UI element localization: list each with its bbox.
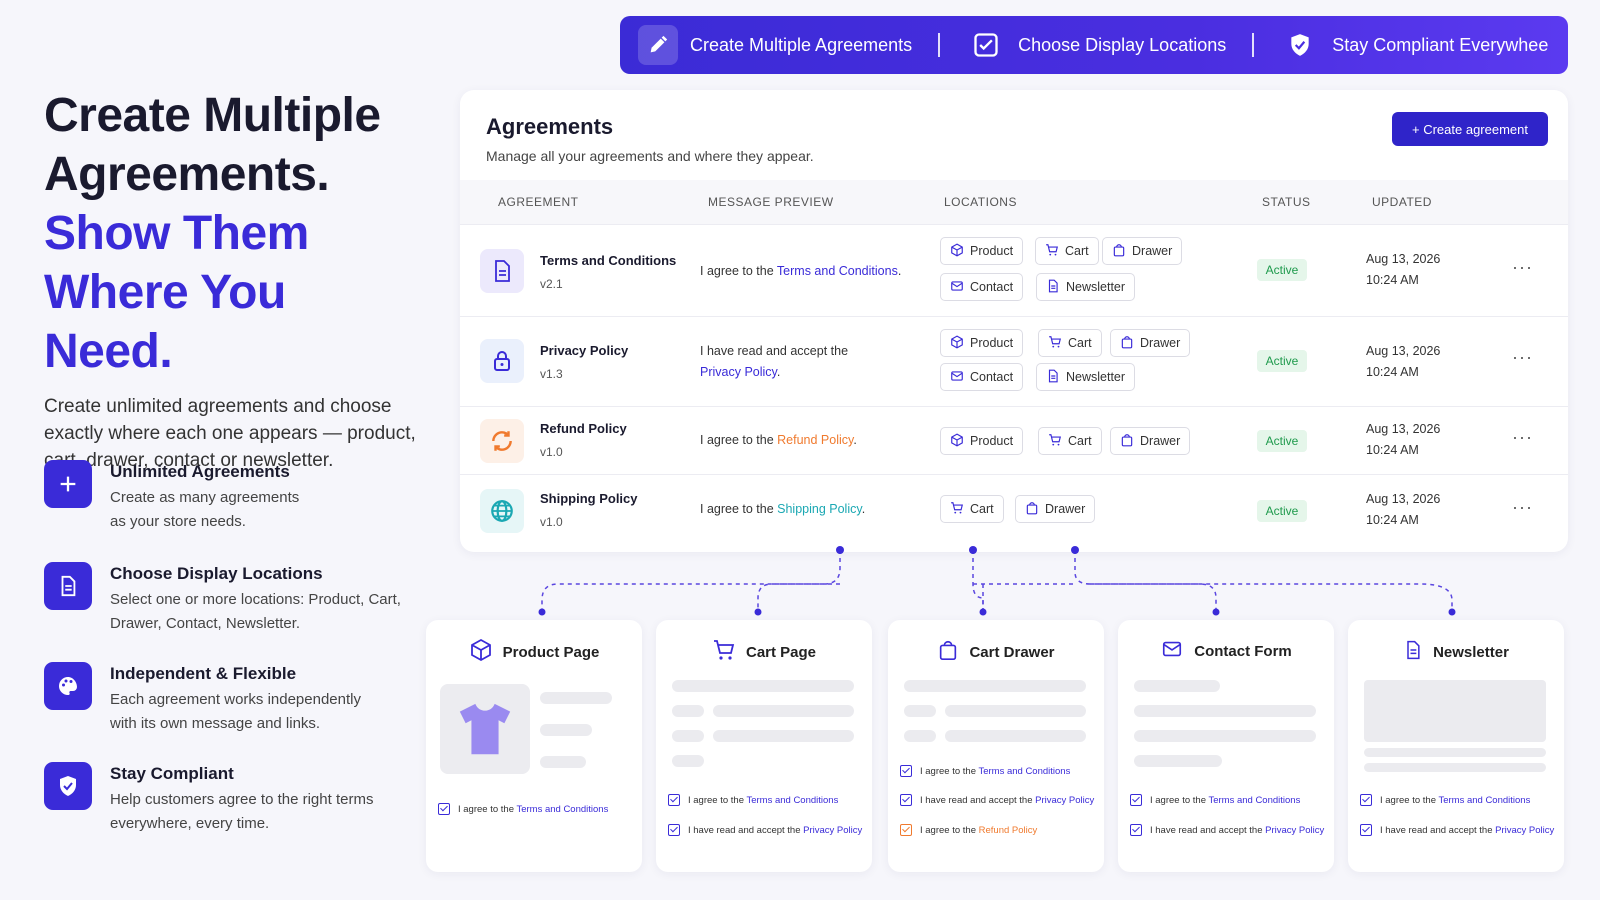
- placeholder-line: [904, 680, 1086, 692]
- bag-icon: [937, 638, 959, 666]
- checkbox-checked[interactable]: [438, 803, 450, 815]
- checkbox-checked[interactable]: [900, 824, 912, 836]
- consent-checkbox[interactable]: I have read and accept the Privacy Polic…: [1360, 824, 1554, 836]
- location-card-title: Cart Page: [656, 638, 872, 666]
- checkbox-checked[interactable]: [1360, 824, 1372, 836]
- location-card-title: Product Page: [426, 638, 642, 666]
- box-icon: [469, 638, 493, 666]
- placeholder-line: [540, 692, 612, 704]
- location-card-title: Contact Form: [1118, 638, 1334, 664]
- consent-checkbox[interactable]: I agree to the Terms and Conditions: [1130, 794, 1300, 806]
- consent-checkbox[interactable]: I agree to the Terms and Conditions: [1360, 794, 1530, 806]
- location-card-title: Cart Drawer: [888, 638, 1104, 666]
- checkbox-checked[interactable]: [1130, 794, 1142, 806]
- placeholder-line: [1134, 755, 1222, 767]
- placeholder-line: [1134, 730, 1316, 742]
- tshirt-icon: [459, 703, 511, 755]
- checkbox-checked[interactable]: [668, 794, 680, 806]
- placeholder-line: [1364, 763, 1546, 772]
- placeholder-line: [713, 730, 854, 742]
- placeholder-banner: [1364, 680, 1546, 742]
- placeholder-line: [540, 724, 592, 736]
- checkbox-checked[interactable]: [900, 794, 912, 806]
- location-card-title: Newsletter: [1348, 638, 1564, 666]
- consent-checkbox[interactable]: I have read and accept the Privacy Polic…: [668, 824, 862, 836]
- mail-icon: [1160, 638, 1184, 664]
- consent-checkbox[interactable]: I have read and accept the Privacy Polic…: [900, 794, 1094, 806]
- product-image: [440, 684, 530, 774]
- location-card-cart-drawer: Cart Drawer I agree to the Terms and Con…: [888, 620, 1104, 872]
- placeholder-line: [672, 705, 704, 717]
- checkbox-checked[interactable]: [668, 824, 680, 836]
- location-card-product-page: Product Page I agree to the Terms and Co…: [426, 620, 642, 872]
- consent-checkbox[interactable]: I agree to the Terms and Conditions: [900, 765, 1070, 777]
- placeholder-line: [672, 730, 704, 742]
- placeholder-line: [1134, 680, 1220, 692]
- placeholder-line: [540, 756, 586, 768]
- consent-checkbox[interactable]: I agree to the Refund Policy: [900, 824, 1037, 836]
- placeholder-line: [945, 730, 1086, 742]
- document-icon: [1403, 638, 1423, 666]
- consent-checkbox[interactable]: I have read and accept the Privacy Polic…: [1130, 824, 1324, 836]
- consent-checkbox[interactable]: I agree to the Terms and Conditions: [668, 794, 838, 806]
- location-card-contact-form: Contact Form I agree to the Terms and Co…: [1118, 620, 1334, 872]
- placeholder-line: [672, 755, 704, 767]
- placeholder-line: [904, 730, 936, 742]
- placeholder-line: [713, 705, 854, 717]
- checkbox-checked[interactable]: [1130, 824, 1142, 836]
- placeholder-line: [945, 705, 1086, 717]
- checkbox-checked[interactable]: [1360, 794, 1372, 806]
- placeholder-line: [1134, 705, 1316, 717]
- placeholder-line: [672, 680, 854, 692]
- placeholder-line: [904, 705, 936, 717]
- checkbox-checked[interactable]: [900, 765, 912, 777]
- placeholder-line: [1364, 748, 1546, 757]
- location-card-cart-page: Cart Page I agree to the Terms and Condi…: [656, 620, 872, 872]
- location-card-newsletter: Newsletter I agree to the Terms and Cond…: [1348, 620, 1564, 872]
- cart-icon: [712, 638, 736, 666]
- consent-checkbox[interactable]: I agree to the Terms and Conditions: [438, 803, 608, 815]
